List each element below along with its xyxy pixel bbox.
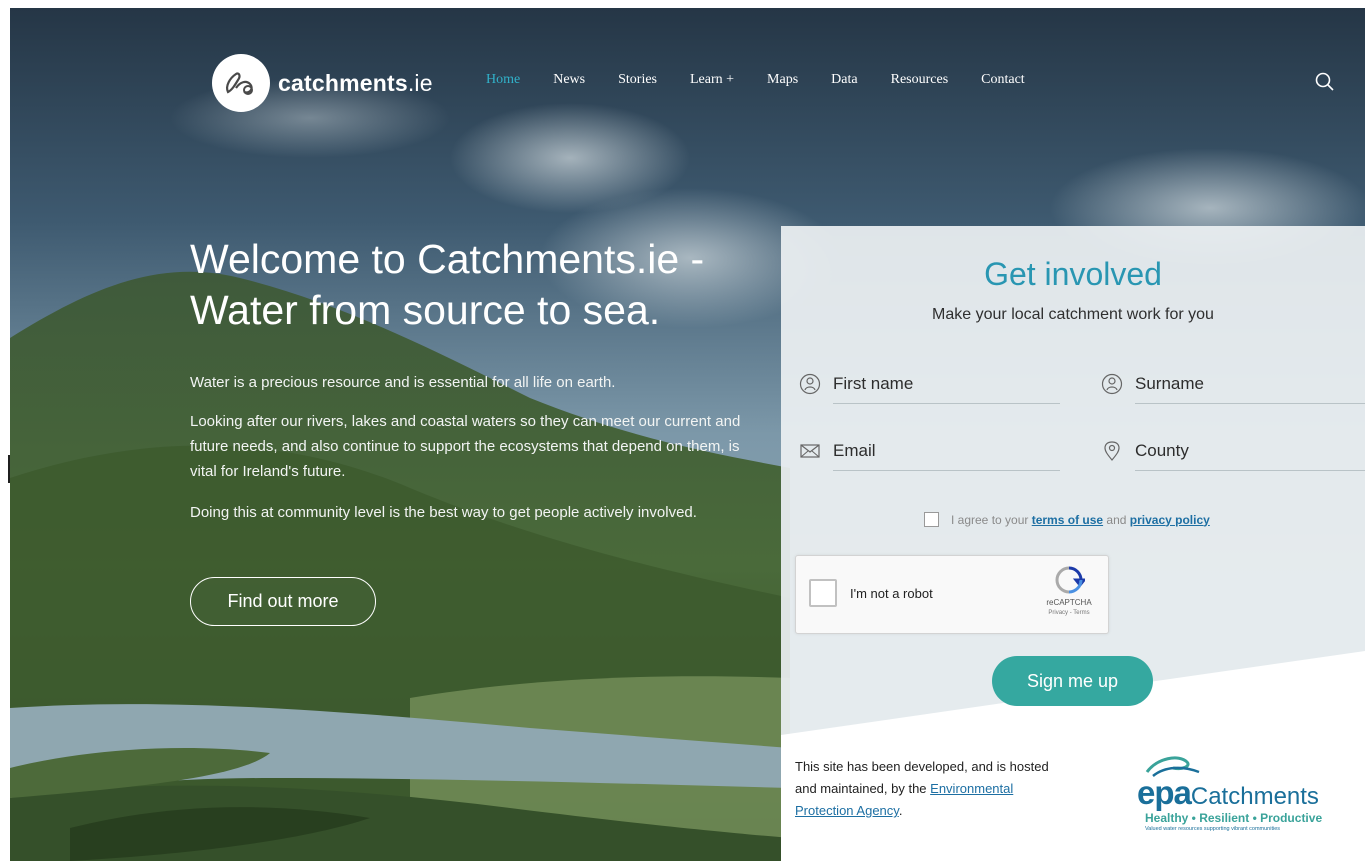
logo-text: catchments.ie [278,70,433,97]
sign-me-up-button[interactable]: Sign me up [992,656,1153,706]
nav-data[interactable]: Data [831,72,857,88]
form-subtitle: Make your local catchment work for you [932,306,1214,323]
nav-home[interactable]: Home [486,72,520,88]
surname-field [1101,364,1365,404]
recaptcha-brand: reCAPTCHA Privacy - Terms [1034,564,1104,616]
hero-title: Welcome to Catchments.ie - Water from so… [190,236,705,333]
county-input[interactable] [1133,439,1363,462]
epa-tagline: Healthy • Resilient • Productive [1145,811,1323,825]
county-field [1104,431,1365,471]
credit-suffix: . [898,803,903,818]
user-icon [1101,373,1123,394]
recaptcha-widget: I'm not a robot reCAPTCHA Privacy - Term… [795,555,1109,634]
nav-learn[interactable]: Learn + [690,72,734,88]
logo-mark-icon [212,54,270,112]
surname-input[interactable] [1133,372,1363,395]
form-title: Get involved [984,256,1162,292]
epa-credit-note: This site has been developed, and is hos… [795,756,1055,822]
epa-catchments-logo[interactable]: epaCatchments Healthy • Resilient • Prod… [1123,752,1363,832]
privacy-policy-link[interactable]: privacy policy [1130,513,1210,527]
user-icon [799,373,821,394]
terms-middle: and [1103,512,1130,527]
epa-small-text: Valued water resources supporting vibran… [1145,826,1281,832]
envelope-icon [800,443,820,458]
find-out-more-button[interactable]: Find out more [190,577,376,626]
terms-prefix: I agree to your [951,512,1032,527]
hero-paragraph-1: Water is a precious resource and is esse… [190,374,616,391]
recaptcha-checkbox[interactable] [809,579,837,607]
site-logo[interactable]: catchments.ie [212,54,433,112]
left-margin [0,8,10,861]
recaptcha-label: I'm not a robot [850,586,933,601]
nav-maps[interactable]: Maps [767,72,798,88]
terms-agreement: I agree to your terms of use and privacy… [924,512,1210,527]
logo-name: catchments [278,69,408,96]
page: catchments.ie Home News Stories Learn + … [0,0,1365,861]
epa-catchments-word: Catchments [1190,783,1319,810]
nav-news[interactable]: News [553,72,585,88]
email-field [800,431,1060,471]
terms-checkbox[interactable] [924,512,939,527]
terms-of-use-link[interactable]: terms of use [1032,513,1103,527]
first-name-field [799,364,1060,404]
hero-paragraph-3: Doing this at community level is the bes… [190,504,697,521]
first-name-input[interactable] [831,372,1058,395]
nav-stories[interactable]: Stories [618,72,657,88]
nav-contact[interactable]: Contact [981,72,1025,88]
epa-mark: epa [1137,774,1192,811]
recaptcha-logo-icon [1055,566,1088,594]
search-icon[interactable] [1314,71,1336,93]
location-pin-icon [1104,440,1120,461]
nav-resources[interactable]: Resources [891,72,949,88]
logo-tld: .ie [407,69,433,96]
epa-wordmark: epaCatchments [1137,774,1319,812]
main-nav: Home News Stories Learn + Maps Data Reso… [486,72,1058,88]
hero-paragraph-2: Looking after our rivers, lakes and coas… [190,413,741,480]
signup-panel: Get involved Make your local catchment w… [781,226,1365,861]
recaptcha-text: reCAPTCHA [1046,598,1092,607]
email-input[interactable] [831,439,1058,462]
recaptcha-links[interactable]: Privacy - Terms [1034,610,1104,616]
